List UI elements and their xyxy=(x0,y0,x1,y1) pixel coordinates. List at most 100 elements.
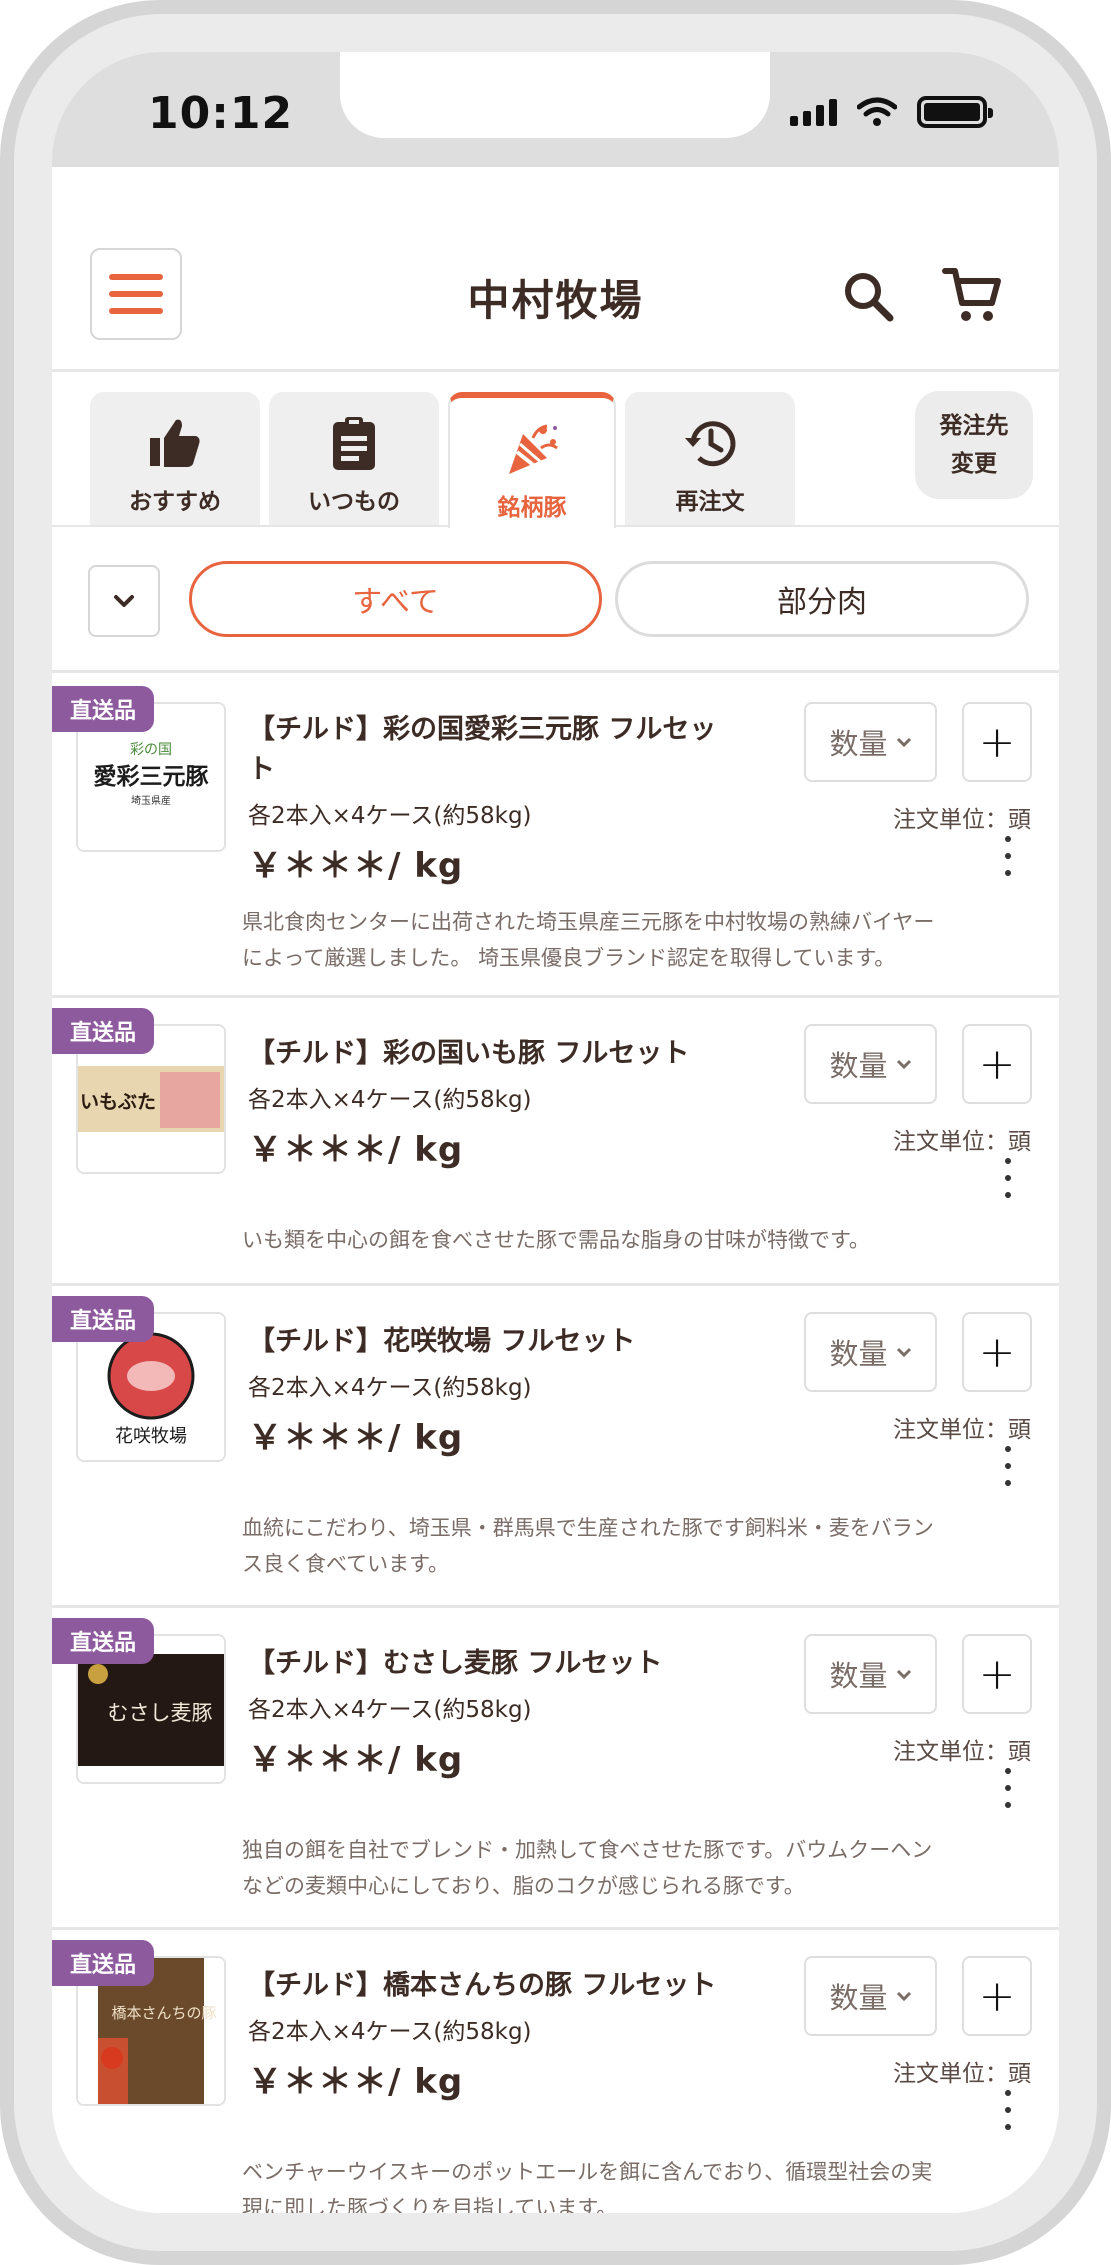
add-to-cart-button[interactable]: + xyxy=(962,1956,1032,2036)
product-card: 直送品 橋本さんちの豚 【チルド】橋本さんちの豚 フルセット 各2本入×4ケース… xyxy=(52,1930,1059,2213)
more-icon[interactable] xyxy=(998,2090,1018,2130)
product-spec: 各2本入×4ケース(約58kg) xyxy=(248,1375,532,1401)
chevron-down-icon xyxy=(896,1669,911,1679)
more-icon[interactable] xyxy=(998,1768,1018,1808)
order-unit: 注文単位：頭 xyxy=(893,1417,1031,1443)
chevron-down-icon xyxy=(896,737,911,747)
thumb-main-text: むさし麦豚 xyxy=(108,1701,213,1725)
quantity-select[interactable]: 数量 xyxy=(804,1024,937,1104)
product-price: ￥＊＊＊/ kg xyxy=(248,1740,464,1780)
order-unit: 注文単位：頭 xyxy=(893,1129,1031,1155)
quantity-label: 数量 xyxy=(829,1337,888,1371)
battery-icon xyxy=(917,96,993,128)
product-spec: 各2本入×4ケース(約58kg) xyxy=(248,803,532,829)
product-card: 直送品 むさし麦豚 【チルド】むさし麦豚 フルセット 各2本入×4ケース(約58… xyxy=(52,1608,1059,1930)
app-title: 中村牧場 xyxy=(467,276,644,325)
product-price: ￥＊＊＊/ kg xyxy=(248,1418,464,1458)
filter-bar: すべて 部分肉 xyxy=(52,529,1059,673)
notch xyxy=(340,52,770,138)
tab-brand-pork[interactable]: 銘柄豚 xyxy=(448,392,616,528)
cart-icon[interactable] xyxy=(942,265,1002,325)
product-name[interactable]: 【チルド】むさし麦豚 フルセット xyxy=(248,1644,662,1684)
history-icon xyxy=(685,421,736,467)
product-price: ￥＊＊＊/ kg xyxy=(248,1130,464,1170)
product-name[interactable]: 【チルド】花咲牧場 フルセット xyxy=(248,1322,635,1362)
status-bar: 10:12 xyxy=(52,52,1059,167)
product-spec: 各2本入×4ケース(約58kg) xyxy=(248,1697,532,1723)
product-spec: 各2本入×4ケース(約58kg) xyxy=(248,2019,532,2045)
description-line: 現に即した豚づくりを目指しています。 xyxy=(242,2196,618,2213)
thumb-main-text: いもぶた xyxy=(80,1091,156,1113)
tab-reorder[interactable]: 再注文 xyxy=(625,392,795,525)
product-name[interactable]: 【チルド】橋本さんちの豚 フルセット xyxy=(248,1966,716,2006)
product-description: 県北食肉センターに出荷された埼玉県産三元豚を中村牧場の熟練バイヤー によって厳選… xyxy=(242,904,1032,976)
change-supplier-button[interactable]: 発注先 変更 xyxy=(915,391,1033,499)
thumb-main-text: 橋本さんちの豚 xyxy=(111,2004,216,2022)
direct-badge: 直送品 xyxy=(52,1008,155,1054)
more-icon[interactable] xyxy=(998,1446,1018,1486)
wifi-icon xyxy=(857,97,897,126)
chevron-down-icon xyxy=(896,1347,911,1357)
chevron-down-icon xyxy=(896,1059,911,1069)
phone-screen: 10:12 中村牧場 おすすめ いつもの 銘柄豚 再注文 発注先 変更 すべて … xyxy=(52,52,1059,2213)
add-to-cart-button[interactable]: + xyxy=(962,1312,1032,1392)
product-card: 直送品 いもぶた 【チルド】彩の国いも豚 フルセット 各2本入×4ケース(約58… xyxy=(52,998,1059,1286)
product-name[interactable]: 【チルド】彩の国愛彩三元豚 フルセッ xyxy=(248,710,716,750)
order-unit: 注文単位：頭 xyxy=(893,2061,1031,2087)
product-price: ￥＊＊＊/ kg xyxy=(248,846,464,886)
change-supplier-line1: 発注先 xyxy=(939,413,1009,439)
product-price: ￥＊＊＊/ kg xyxy=(248,2062,464,2102)
product-list: 直送品 彩の国 愛彩三元豚 埼玉県産 【チルド】彩の国愛彩三元豚 フルセッ ト … xyxy=(52,676,1059,2213)
product-card: 直送品 彩の国 愛彩三元豚 埼玉県産 【チルド】彩の国愛彩三元豚 フルセッ ト … xyxy=(52,676,1059,998)
product-description: ベンチャーウイスキーのポットエールを餌に含んでおり、循環型社会の実 現に即した豚… xyxy=(242,2154,1032,2213)
search-icon[interactable] xyxy=(842,270,894,322)
category-tabs: おすすめ いつもの 銘柄豚 再注文 発注先 変更 xyxy=(52,372,1059,528)
direct-badge: 直送品 xyxy=(52,686,155,732)
direct-badge: 直送品 xyxy=(52,1618,155,1664)
description-line: 独自の餌を自社でブレンド・加熱して食べさせた豚です。バウムクーヘン xyxy=(242,1838,933,1862)
tab-usual[interactable]: いつもの xyxy=(269,392,439,525)
party-popper-icon xyxy=(509,424,558,474)
quantity-label: 数量 xyxy=(829,1981,888,2015)
clipboard-icon xyxy=(333,417,375,470)
quantity-label: 数量 xyxy=(829,727,888,761)
more-icon[interactable] xyxy=(998,1158,1018,1198)
quantity-label: 数量 xyxy=(829,1659,888,1693)
order-unit: 注文単位：頭 xyxy=(893,1739,1031,1765)
product-description: いも類を中心の餌を食べさせた豚で需品な脂身の甘味が特徴です。 xyxy=(242,1222,1032,1258)
product-spec: 各2本入×4ケース(約58kg) xyxy=(248,1087,532,1113)
product-name[interactable]: 【チルド】彩の国いも豚 フルセット xyxy=(248,1034,689,1074)
direct-badge: 直送品 xyxy=(52,1296,155,1342)
quantity-select[interactable]: 数量 xyxy=(804,702,937,782)
description-line: 血統にこだわり、埼玉県・群馬県で生産された豚です飼料米・麦をバラン xyxy=(242,1516,934,1540)
add-to-cart-button[interactable]: + xyxy=(962,1024,1032,1104)
description-line: によって厳選しました。 埼玉県優良ブランド認定を取得しています。 xyxy=(242,946,896,970)
add-to-cart-button[interactable]: + xyxy=(962,1634,1032,1714)
signal-icon xyxy=(790,98,837,126)
more-icon[interactable] xyxy=(998,836,1018,876)
product-info: 【チルド】彩の国愛彩三元豚 フルセッ ト 各2本入×4ケース(約58kg) ￥＊… xyxy=(248,710,716,887)
tab-label: 銘柄豚 xyxy=(497,495,567,521)
description-line: ベンチャーウイスキーのポットエールを餌に含んでおり、循環型社会の実 xyxy=(242,2160,933,2184)
filter-cuts[interactable]: 部分肉 xyxy=(615,561,1029,637)
add-to-cart-button[interactable]: + xyxy=(962,702,1032,782)
direct-badge: 直送品 xyxy=(52,1940,155,1986)
thumbs-up-icon xyxy=(150,419,200,467)
description-line: などの麦類中心にしており、脂のコクが感じられる豚です。 xyxy=(242,1874,805,1898)
app-header: 中村牧場 xyxy=(52,167,1059,372)
thumb-main-text: 花咲牧場 xyxy=(115,1426,187,1447)
tab-label: いつもの xyxy=(308,489,400,515)
chevron-down-icon xyxy=(896,1991,911,2001)
product-info: 【チルド】むさし麦豚 フルセット 各2本入×4ケース(約58kg) ￥＊＊＊/ … xyxy=(248,1644,662,1781)
quantity-select[interactable]: 数量 xyxy=(804,1634,937,1714)
change-supplier-line2: 変更 xyxy=(951,451,997,477)
filter-all[interactable]: すべて xyxy=(189,561,602,637)
quantity-select[interactable]: 数量 xyxy=(804,1312,937,1392)
tab-recommended[interactable]: おすすめ xyxy=(90,392,260,525)
quantity-select[interactable]: 数量 xyxy=(804,1956,937,2036)
collapse-button[interactable] xyxy=(88,565,160,637)
product-info: 【チルド】彩の国いも豚 フルセット 各2本入×4ケース(約58kg) ￥＊＊＊/… xyxy=(248,1034,689,1171)
thumb-sub-text: 埼玉県産 xyxy=(131,794,171,807)
product-info: 【チルド】橋本さんちの豚 フルセット 各2本入×4ケース(約58kg) ￥＊＊＊… xyxy=(248,1966,716,2103)
description-line: 県北食肉センターに出荷された埼玉県産三元豚を中村牧場の熟練バイヤー xyxy=(242,910,935,934)
